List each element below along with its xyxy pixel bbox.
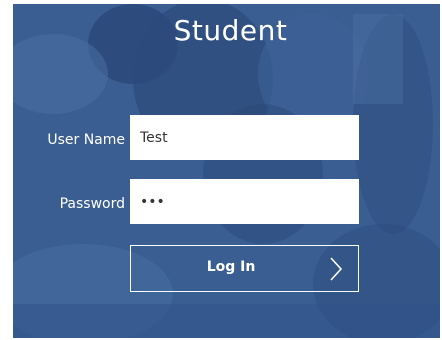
chevron-right-icon <box>330 257 343 281</box>
password-field[interactable] <box>130 179 359 224</box>
password-label: Password <box>59 196 125 212</box>
login-button[interactable]: Log In <box>130 245 359 292</box>
username-label: User Name <box>47 132 125 148</box>
login-button-label: Log In <box>206 259 256 275</box>
page-title: Student <box>173 14 288 47</box>
login-panel: Student User Name Password Log In <box>13 4 440 338</box>
username-field[interactable] <box>130 115 359 160</box>
